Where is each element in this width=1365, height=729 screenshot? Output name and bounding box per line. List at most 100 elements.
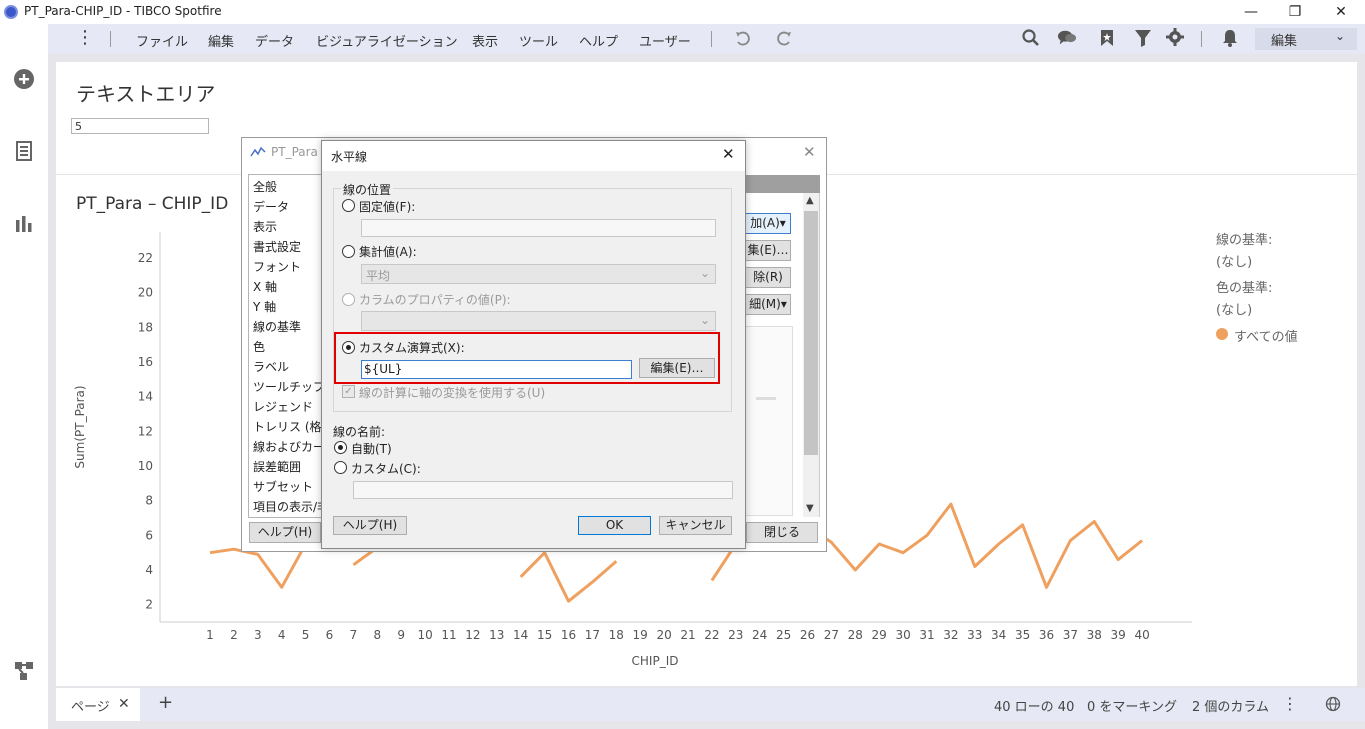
y-tick-label: 22 [138, 251, 153, 265]
globe-icon[interactable] [1325, 696, 1341, 712]
properties-category-item[interactable]: 全般 [253, 178, 277, 195]
y-tick-label: 18 [138, 320, 153, 334]
x-tick-label: 1 [206, 628, 214, 642]
properties-category-item[interactable]: Y 軸 [253, 298, 276, 315]
settings-detail-box [745, 326, 793, 516]
legend-line-by-label: 線の基準: [1216, 233, 1273, 248]
properties-dialog-title: PT_Para [271, 145, 318, 159]
aggregated-select-value: 平均 [366, 269, 391, 283]
aggregated-select[interactable]: 平均 ⌄ [361, 264, 716, 284]
more-vertical-icon[interactable]: ⋮ [1282, 694, 1298, 713]
auto-name-radio[interactable] [334, 441, 347, 454]
y-axis-label: Sum(PT_Para) [73, 385, 87, 468]
properties-category-item[interactable]: 誤差範囲 [253, 458, 301, 475]
properties-close-button[interactable]: 閉じる [746, 522, 818, 543]
properties-category-item[interactable]: サブセット [253, 478, 313, 495]
series-line[interactable] [806, 502, 1144, 589]
x-tick-label: 23 [728, 628, 743, 642]
properties-category-item[interactable]: データ [253, 198, 289, 215]
page-tab-label: ページ [71, 700, 110, 715]
fixed-value-label: 固定値(F): [359, 200, 416, 214]
properties-category-item[interactable]: 色 [253, 338, 265, 355]
x-tick-label: 26 [800, 628, 815, 642]
x-tick-label: 32 [943, 628, 958, 642]
scrollbar-thumb[interactable] [804, 211, 818, 455]
properties-category-item[interactable]: 表示 [253, 218, 277, 235]
delete-button[interactable]: 除(R) [745, 267, 791, 288]
chevron-down-icon: ⌄ [700, 266, 711, 280]
x-tick-label: 18 [609, 628, 624, 642]
custom-name-label: カスタム(C): [351, 462, 421, 476]
close-icon[interactable]: ✕ [722, 145, 735, 163]
properties-category-item[interactable]: X 軸 [253, 278, 277, 295]
x-tick-label: 9 [397, 628, 405, 642]
row-count: 40 ローの 40 [994, 700, 1075, 715]
y-tick-label: 16 [138, 355, 153, 369]
y-tick-label: 14 [138, 390, 153, 404]
axis-transform-checkbox[interactable]: ✓ [342, 385, 355, 398]
y-tick-labels: 2 4 6 8 10 12 14 16 18 20 22 [138, 251, 153, 612]
x-tick-label: 37 [1063, 628, 1078, 642]
properties-category-item[interactable]: 書式設定 [253, 238, 301, 255]
legend-color-by-label: 色の基準: [1216, 281, 1273, 296]
x-tick-label: 8 [373, 628, 381, 642]
x-tick-label: 29 [872, 628, 887, 642]
chevron-down-icon: ⌄ [700, 313, 711, 327]
ok-button[interactable]: OK [578, 516, 651, 535]
x-tick-label: 36 [1039, 628, 1054, 642]
custom-name-radio[interactable] [334, 461, 347, 474]
slider-track [756, 397, 776, 400]
edit-line-button[interactable]: 集(E)… [745, 240, 791, 261]
add-button[interactable]: 加(A)▾ [745, 213, 791, 234]
y-tick-label: 2 [145, 598, 153, 612]
x-tick-label: 27 [824, 628, 839, 642]
series-line[interactable] [519, 551, 618, 603]
fixed-value-input[interactable] [361, 219, 716, 237]
fixed-value-radio[interactable] [342, 199, 355, 212]
properties-category-item[interactable]: 線の基準 [253, 318, 301, 335]
cancel-button[interactable]: キャンセル [659, 516, 732, 535]
x-tick-label: 11 [441, 628, 456, 642]
properties-category-item[interactable]: ラベル [253, 358, 289, 375]
column-property-label: カラムのプロパティの値(P): [359, 293, 511, 307]
properties-category-item[interactable]: レジェンド [253, 398, 313, 415]
properties-category-item[interactable]: 項目の表示/非 [253, 498, 329, 515]
x-tick-label: 34 [991, 628, 1006, 642]
close-tab-icon[interactable]: ✕ [118, 696, 130, 712]
aggregated-radio[interactable] [342, 245, 355, 258]
custom-name-input[interactable] [353, 481, 733, 499]
x-tick-label: 31 [919, 628, 934, 642]
column-property-radio[interactable] [342, 293, 355, 306]
add-page-icon[interactable]: + [158, 692, 173, 713]
x-tick-label: 28 [848, 628, 863, 642]
legend-color-by-value[interactable]: (なし) [1216, 299, 1252, 318]
x-tick-label: 14 [513, 628, 528, 642]
scroll-down-icon[interactable]: ▼ [806, 503, 814, 514]
legend-all-values[interactable]: すべての値 [1234, 326, 1298, 345]
legend-color-swatch [1216, 328, 1228, 340]
properties-category-item[interactable]: フォント [253, 258, 301, 275]
y-tick-label: 8 [145, 494, 153, 508]
marking-count: 0 をマーキング [1087, 700, 1178, 715]
y-tick-label: 6 [145, 528, 153, 542]
x-tick-label: 4 [278, 628, 286, 642]
dialog-help-button[interactable]: ヘルプ(H) [333, 516, 407, 535]
axis-transform-label: 線の計算に軸の変換を使用する(U) [359, 386, 546, 400]
legend-line-by-value[interactable]: (なし) [1216, 251, 1252, 270]
scroll-up-icon[interactable]: ▲ [806, 195, 814, 206]
x-tick-label: 21 [680, 628, 695, 642]
close-icon[interactable]: ✕ [803, 143, 816, 161]
x-tick-label: 17 [585, 628, 600, 642]
x-tick-label: 35 [1015, 628, 1030, 642]
column-count: 2 個のカラム [1192, 700, 1270, 715]
properties-help-button[interactable]: ヘルプ(H) [249, 522, 321, 543]
x-tick-label: 13 [489, 628, 504, 642]
properties-category-item[interactable]: ツールチップ [253, 378, 325, 395]
y-tick-label: 4 [145, 563, 153, 577]
column-property-select[interactable]: ⌄ [361, 311, 716, 331]
detail-button[interactable]: 細(M)▾ [745, 294, 791, 315]
x-tick-label: 15 [537, 628, 552, 642]
x-tick-label: 22 [704, 628, 719, 642]
dialog-titlebar [322, 141, 745, 171]
x-tick-label: 12 [465, 628, 480, 642]
